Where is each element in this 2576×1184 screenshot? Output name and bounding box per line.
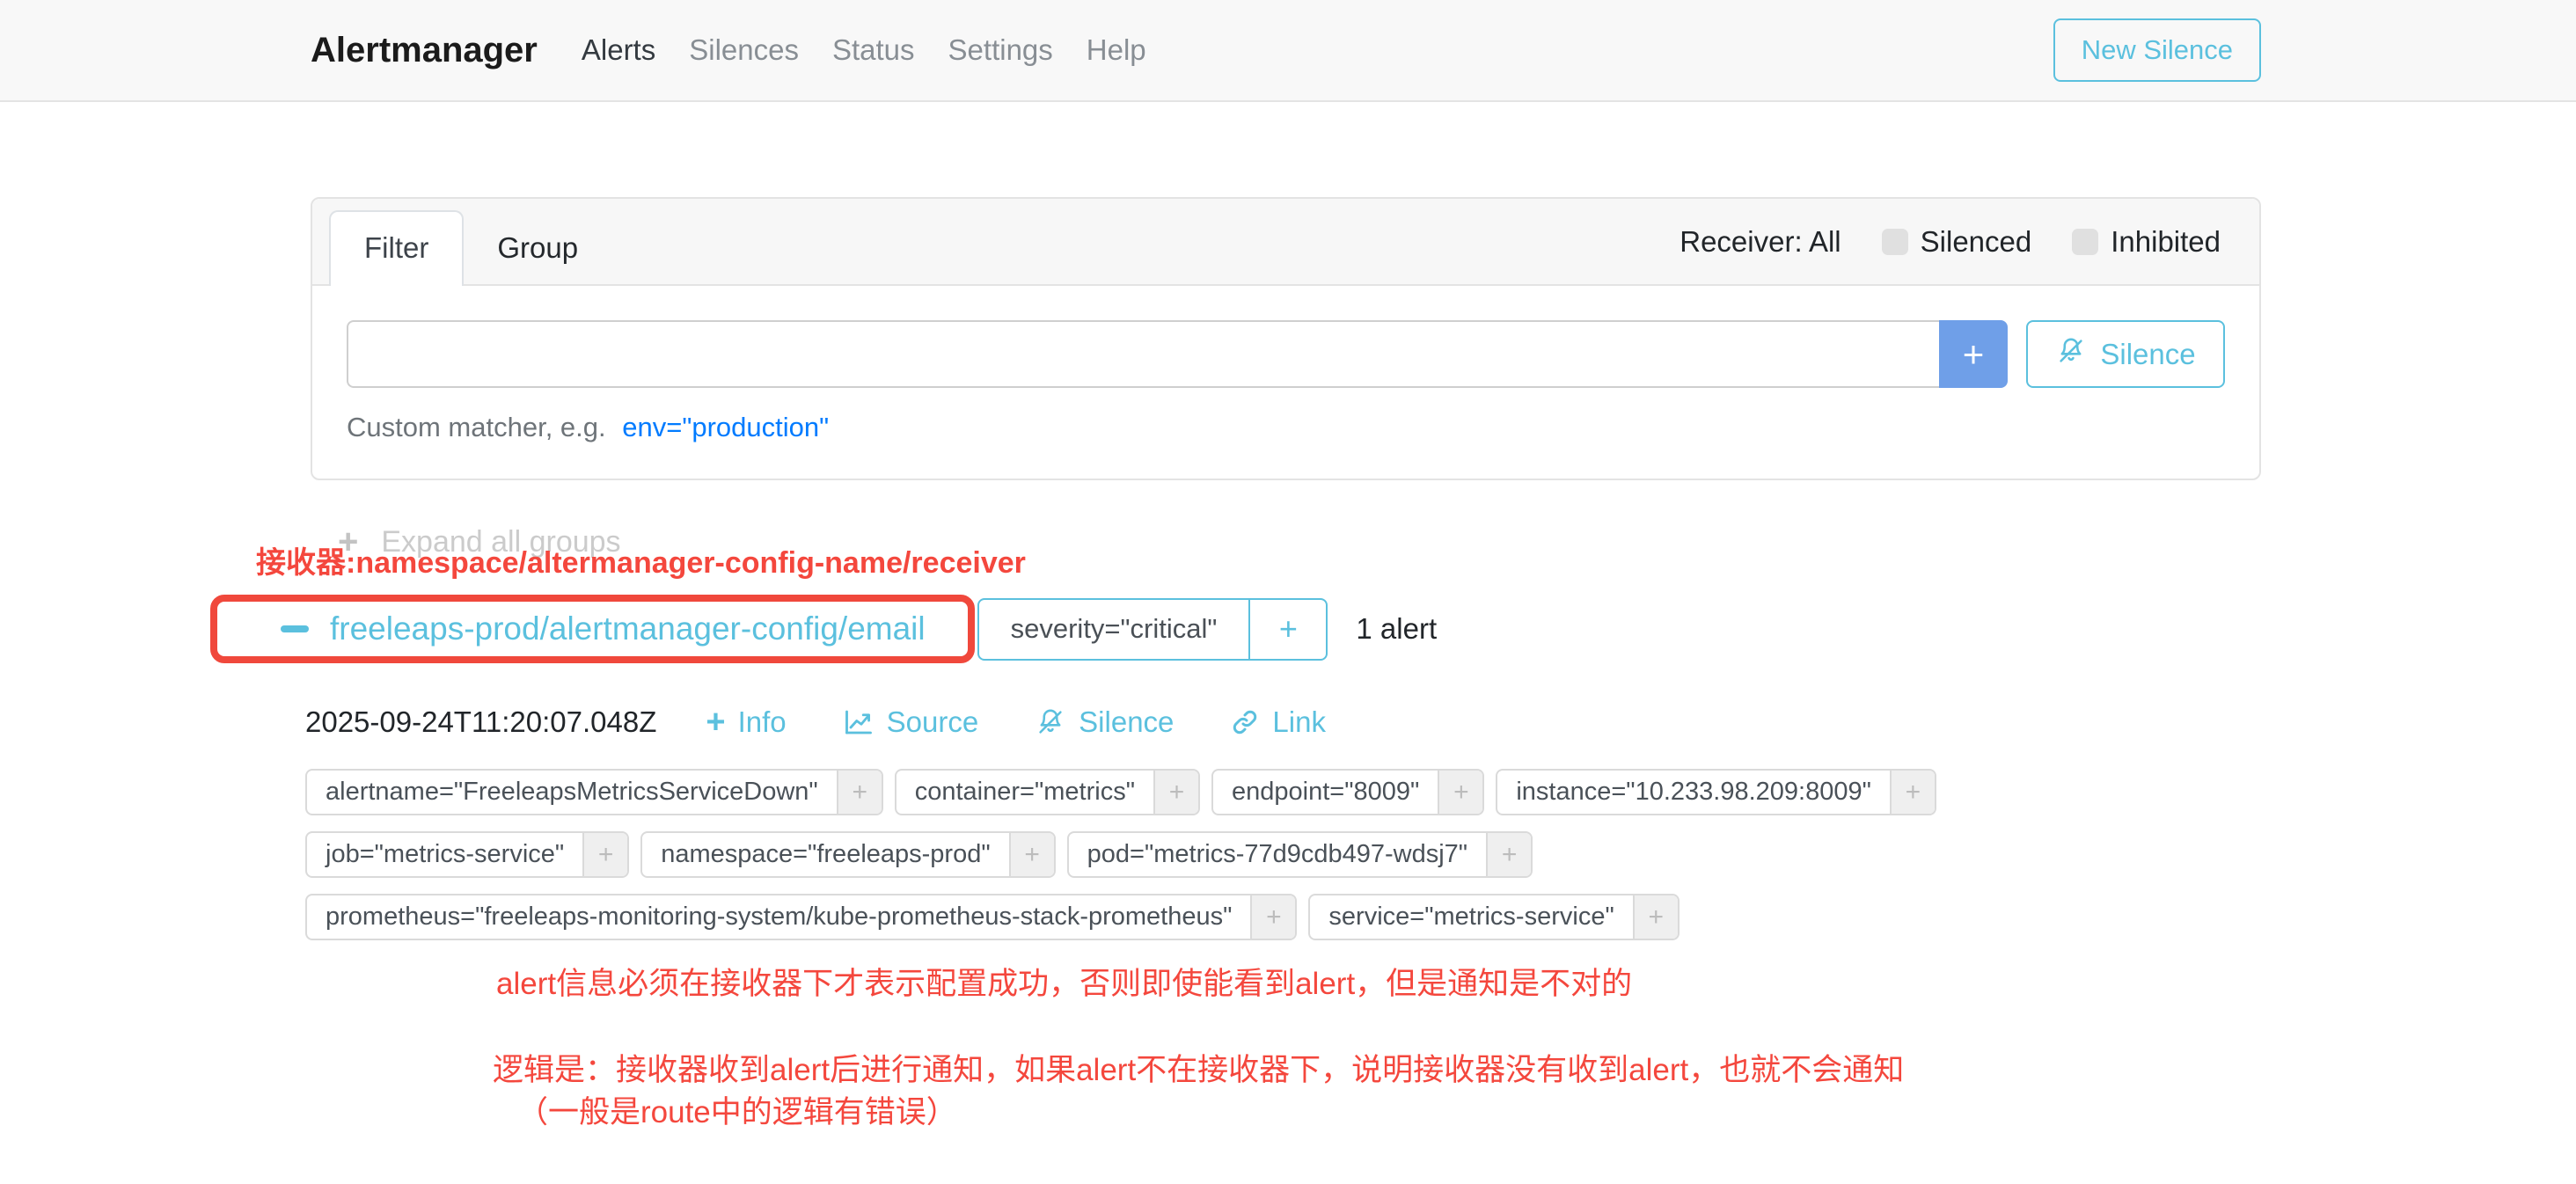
label-chip: prometheus="freeleaps-monitoring-system/… <box>305 894 1297 940</box>
alert-count: 1 alert <box>1356 612 1437 646</box>
matcher-input-row: + Silence <box>347 320 2225 388</box>
info-button[interactable]: + Info <box>706 705 786 739</box>
tab-filter[interactable]: Filter <box>329 210 464 286</box>
label-value[interactable]: endpoint="8009" <box>1213 771 1438 814</box>
annotation-note-3: （一般是route中的逻辑有错误） <box>517 1087 957 1132</box>
label-value[interactable]: instance="10.233.98.209:8009" <box>1497 771 1890 814</box>
inhibited-toggle[interactable]: Inhibited <box>2072 225 2221 259</box>
label-value[interactable]: alertname="FreeleapsMetricsServiceDown" <box>307 771 837 814</box>
plus-icon: + <box>706 705 725 739</box>
app-brand[interactable]: Alertmanager <box>311 31 538 70</box>
annotation-note-1: alert信息必须在接收器下才表示配置成功，否则即使能看到alert，但是通知是… <box>496 959 1632 1004</box>
label-add-button[interactable]: + <box>1890 771 1935 814</box>
silence-button-label: Silence <box>2100 338 2195 371</box>
label-value[interactable]: service="metrics-service" <box>1310 895 1632 939</box>
navbar-inner: Alertmanager Alerts Silences Status Sett… <box>311 18 2261 82</box>
alert-meta-row: 2025-09-24T11:20:07.048Z + Info Source S… <box>305 705 2576 739</box>
silence-action-label: Silence <box>1079 705 1174 739</box>
external-link[interactable]: Link <box>1230 705 1326 739</box>
label-row: alertname="FreeleapsMetricsServiceDown" … <box>305 769 2576 815</box>
label-chip: alertname="FreeleapsMetricsServiceDown" … <box>305 769 883 815</box>
filter-panel-body: + Silence Custom matcher, e.g. env="prod… <box>312 286 2259 479</box>
group-matcher-label[interactable]: severity="critical" <box>979 600 1249 659</box>
label-value[interactable]: pod="metrics-77d9cdb497-wdsj7" <box>1069 833 1486 876</box>
tab-group[interactable]: Group <box>464 212 611 284</box>
label-add-button[interactable]: + <box>1438 771 1482 814</box>
link-label: Link <box>1272 705 1326 739</box>
hint-text: Custom matcher, e.g. <box>347 412 606 442</box>
label-add-button[interactable]: + <box>837 771 882 814</box>
silenced-checkbox[interactable] <box>1882 229 1908 255</box>
label-add-button[interactable]: + <box>582 833 627 876</box>
filter-tabs: Filter Group <box>329 199 611 284</box>
receiver-group-label: freeleaps-prod/alertmanager-config/email <box>330 610 926 647</box>
receiver-group-toggle[interactable]: freeleaps-prod/alertmanager-config/email <box>281 610 926 647</box>
label-chip: namespace="freeleaps-prod" + <box>640 831 1055 878</box>
nav-item-status[interactable]: Status <box>832 33 915 67</box>
source-link[interactable]: Source <box>843 705 979 739</box>
inhibited-label: Inhibited <box>2111 225 2221 259</box>
label-row: job="metrics-service" + namespace="freel… <box>305 831 2576 878</box>
label-add-button[interactable]: + <box>1250 895 1295 939</box>
top-navbar: Alertmanager Alerts Silences Status Sett… <box>0 0 2576 102</box>
add-matcher-button[interactable]: + <box>1939 320 2008 388</box>
source-label: Source <box>887 705 979 739</box>
nav-item-alerts[interactable]: Alerts <box>582 33 655 67</box>
group-matcher-chip: severity="critical" + <box>977 598 1328 661</box>
nav-item-settings[interactable]: Settings <box>948 33 1053 67</box>
label-value[interactable]: job="metrics-service" <box>307 833 582 876</box>
silenced-label: Silenced <box>1921 225 2032 259</box>
info-label: Info <box>738 705 787 739</box>
matcher-input[interactable] <box>347 320 1939 388</box>
filter-header-controls: Receiver: All Silenced Inhibited <box>1680 199 2221 284</box>
label-chip: pod="metrics-77d9cdb497-wdsj7" + <box>1067 831 1533 878</box>
label-value[interactable]: prometheus="freeleaps-monitoring-system/… <box>307 895 1250 939</box>
hint-example-link[interactable]: env="production" <box>622 412 829 442</box>
collapse-minus-icon <box>281 625 309 632</box>
label-add-button[interactable]: + <box>1633 895 1678 939</box>
label-chip: service="metrics-service" + <box>1308 894 1679 940</box>
receiver-dropdown[interactable]: Receiver: All <box>1680 225 1841 259</box>
bell-slash-icon <box>2055 335 2087 374</box>
matcher-hint: Custom matcher, e.g. env="production" <box>347 412 2225 443</box>
label-row: prometheus="freeleaps-monitoring-system/… <box>305 894 2576 940</box>
filter-panel-header: Filter Group Receiver: All Silenced Inhi… <box>312 199 2259 286</box>
annotation-receiver-note: 接收器:namespace/altermanager-config-name/r… <box>256 538 1026 581</box>
alert-group-row: freeleaps-prod/alertmanager-config/email… <box>210 595 2576 663</box>
label-chip: endpoint="8009" + <box>1211 769 1484 815</box>
alert-timestamp: 2025-09-24T11:20:07.048Z <box>305 705 656 739</box>
silence-alert-link[interactable]: Silence <box>1035 705 1174 739</box>
silenced-toggle[interactable]: Silenced <box>1882 225 2032 259</box>
inhibited-checkbox[interactable] <box>2072 229 2098 255</box>
label-chip: container="metrics" + <box>895 769 1200 815</box>
label-chip: instance="10.233.98.209:8009" + <box>1496 769 1936 815</box>
annotation-highlight-box: freeleaps-prod/alertmanager-config/email <box>210 595 975 663</box>
new-silence-button[interactable]: New Silence <box>2053 18 2261 82</box>
nav-links: Alerts Silences Status Settings Help <box>582 33 1180 67</box>
bell-slash-icon <box>1035 706 1066 738</box>
chart-line-icon <box>843 706 875 738</box>
nav-item-help[interactable]: Help <box>1087 33 1146 67</box>
annotation-note-2: 逻辑是：接收器收到alert后进行通知，如果alert不在接收器下，说明接收器没… <box>493 1045 1904 1090</box>
silence-button[interactable]: Silence <box>2026 320 2225 388</box>
group-matcher-add-button[interactable]: + <box>1248 600 1326 659</box>
label-chip: job="metrics-service" + <box>305 831 629 878</box>
label-add-button[interactable]: + <box>1486 833 1531 876</box>
label-add-button[interactable]: + <box>1009 833 1054 876</box>
link-chain-icon <box>1230 707 1260 737</box>
label-value[interactable]: container="metrics" <box>896 771 1153 814</box>
alert-labels: alertname="FreeleapsMetricsServiceDown" … <box>305 769 2576 940</box>
label-add-button[interactable]: + <box>1153 771 1198 814</box>
filter-panel: Filter Group Receiver: All Silenced Inhi… <box>311 197 2261 480</box>
nav-item-silences[interactable]: Silences <box>689 33 799 67</box>
label-value[interactable]: namespace="freeleaps-prod" <box>642 833 1008 876</box>
